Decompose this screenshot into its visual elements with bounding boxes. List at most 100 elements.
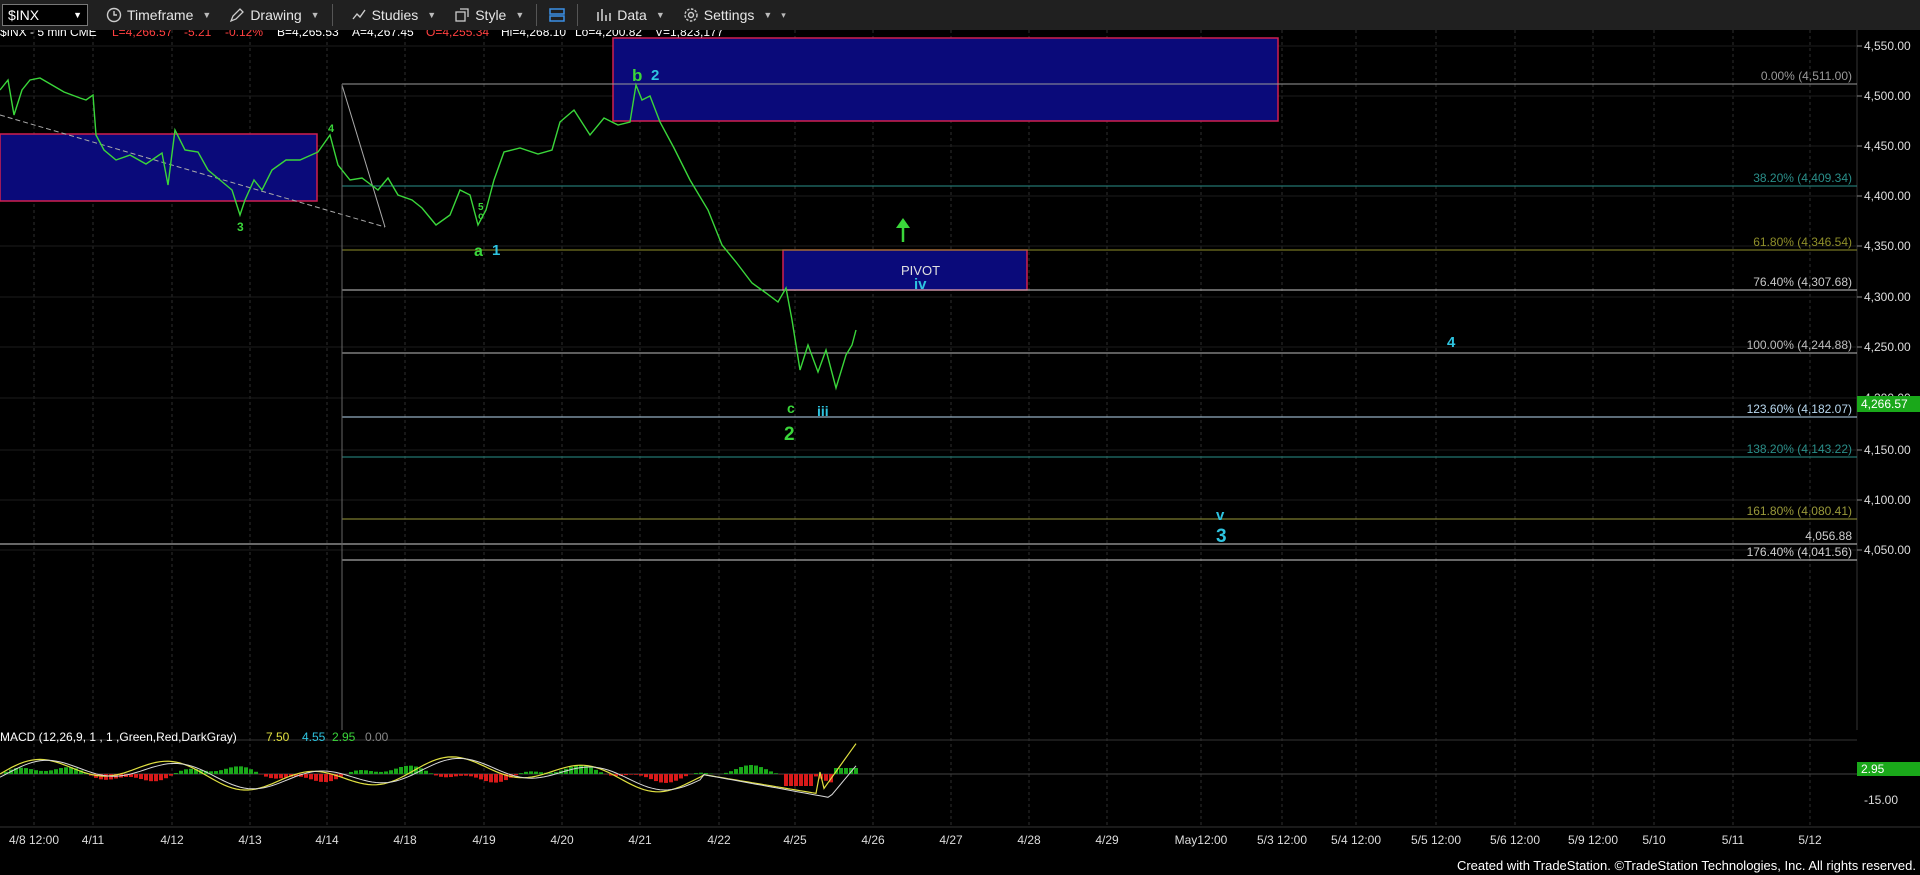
drawing-menu[interactable]: Drawing ▼ <box>229 7 320 23</box>
date-tick-label: 4/27 <box>939 833 963 847</box>
macd-bar <box>814 774 818 777</box>
price-tick-label: 4,100.00 <box>1864 493 1911 507</box>
macd-bar <box>469 774 473 777</box>
macd-bar <box>589 767 593 774</box>
macd-bar <box>319 774 323 782</box>
macd-bar <box>459 774 463 776</box>
caret-down-icon: ▼ <box>427 10 437 20</box>
data-label: Data <box>617 7 647 23</box>
macd-bar <box>174 773 178 774</box>
macd-bar <box>444 774 448 778</box>
bar-chart-icon <box>597 9 612 21</box>
macd-bar <box>524 771 528 774</box>
macd-bar <box>794 774 798 786</box>
macd-bar <box>479 774 483 780</box>
macd-bar <box>19 767 23 774</box>
fib-label: 161.80% (4,080.41) <box>1747 504 1852 518</box>
price-tick-label: 4,350.00 <box>1864 239 1911 253</box>
date-tick-label: 4/21 <box>628 833 652 847</box>
macd-bar <box>704 773 708 774</box>
macd-bar <box>809 774 813 786</box>
macd-bar <box>144 774 148 781</box>
fib-label: 4,056.88 <box>1805 529 1852 543</box>
studies-label: Studies <box>371 7 419 23</box>
macd-bar <box>679 774 683 779</box>
macd-bar <box>669 774 673 783</box>
drawing-label: Drawing <box>250 7 302 23</box>
macd-bar <box>169 774 173 776</box>
fib-label: 38.20% (4,409.34) <box>1753 171 1852 185</box>
caret-down-icon: ▼ <box>310 10 320 20</box>
macd-bar <box>229 767 233 774</box>
price-tick-label: 4,150.00 <box>1864 443 1911 457</box>
macd-bar <box>164 774 168 779</box>
macd-bar <box>29 769 33 774</box>
date-tick-label: 4/13 <box>238 833 262 847</box>
macd-zero-value: 0.00 <box>365 730 389 744</box>
macd-bar <box>189 768 193 774</box>
wave-3-target-label: 3 <box>1216 526 1227 547</box>
caret-down-icon: ▼ <box>515 10 525 20</box>
date-tick-label: 4/8 12:00 <box>9 833 59 847</box>
macd-bar <box>279 774 283 779</box>
macd-bar <box>484 774 488 782</box>
toolbar: $INX ▼ Timeframe ▼ Drawing ▼ Studies ▼ Styl… <box>0 0 1920 31</box>
macd-bar <box>474 774 478 778</box>
data-menu[interactable]: Data ▼ <box>596 7 665 23</box>
wave-1-label: 1 <box>492 242 500 259</box>
volume-value: V=1,823,177 <box>655 30 724 39</box>
date-tick-label: 4/18 <box>393 833 417 847</box>
macd-bar <box>574 765 578 774</box>
macd-bar <box>854 768 858 774</box>
macd-bar <box>844 768 848 774</box>
price-tick-label: 4,300.00 <box>1864 290 1911 304</box>
bid-value: B=4,265.53 <box>277 30 339 39</box>
macd-bar <box>529 771 533 774</box>
fib-label: 176.40% (4,041.56) <box>1747 545 1852 559</box>
macd-bar <box>219 770 223 774</box>
macd-bar <box>39 770 43 774</box>
macd-bar <box>154 774 158 782</box>
pencil-icon <box>230 8 245 23</box>
layout-button[interactable] <box>549 7 566 23</box>
caret-down-icon: ▼ <box>763 10 773 20</box>
style-menu[interactable]: Style ▼ <box>454 7 524 23</box>
date-tick-label: 5/3 12:00 <box>1257 833 1307 847</box>
pivot-label: PIVOT <box>901 263 940 278</box>
studies-menu[interactable]: Studies ▼ <box>351 7 437 23</box>
macd-bar <box>309 774 313 780</box>
wave-2-label: 2 <box>784 424 795 445</box>
macd-bar <box>774 773 778 774</box>
macd-bar <box>789 774 793 786</box>
wave-2-top-label: 2 <box>651 67 659 84</box>
price-chart[interactable]: 4,550.00 4,500.00 4,450.00 4,400.00 4,350.00… <box>0 30 1920 860</box>
price-tick-label: 4,450.00 <box>1864 139 1911 153</box>
net-change: -5.21 <box>184 30 212 39</box>
settings-menu[interactable]: Settings ▼ ▾ <box>683 7 786 23</box>
macd-bar <box>134 774 138 778</box>
price-tick-label: 4,550.00 <box>1864 39 1911 53</box>
date-tick-label: 4/26 <box>861 833 885 847</box>
macd-bar <box>54 769 58 774</box>
wave-c-small-label: c <box>478 211 484 222</box>
macd-bar <box>374 771 378 774</box>
macd-bar <box>359 770 363 774</box>
macd-bar <box>354 770 358 774</box>
low-value: Lo=4,200.82 <box>575 30 642 39</box>
symbol-selector[interactable]: $INX ▼ <box>2 4 88 26</box>
caret-down-icon: ▼ <box>655 10 665 20</box>
macd-bar <box>514 774 518 776</box>
macd-bar <box>179 770 183 774</box>
timeframe-menu[interactable]: Timeframe ▼ <box>106 7 211 23</box>
macd-bar <box>139 774 143 780</box>
date-tick-label: 4/14 <box>315 833 339 847</box>
overflow-caret-icon: ▾ <box>781 9 786 20</box>
macd-bar <box>769 771 773 774</box>
macd-bar <box>454 774 458 777</box>
open-value: O=4,255.34 <box>426 30 489 39</box>
macd-bar <box>239 766 243 774</box>
toolbar-divider <box>536 4 538 26</box>
macd-bar <box>224 768 228 774</box>
macd-bar <box>804 774 808 786</box>
macd-bar <box>234 766 238 774</box>
